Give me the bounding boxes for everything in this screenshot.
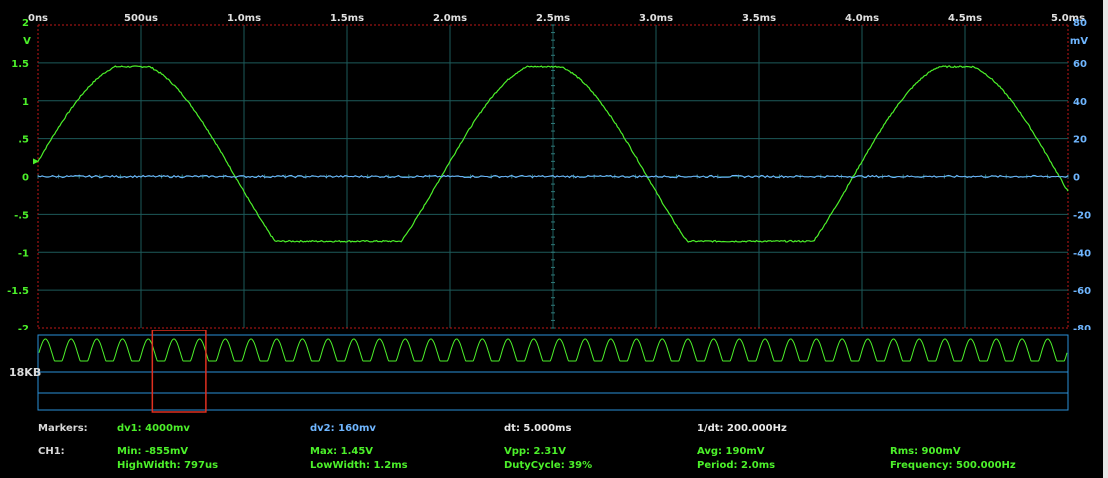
frequency-readout: Frequency: 500.000Hz xyxy=(890,460,1016,471)
overview-selection xyxy=(151,330,207,413)
left-tick-label: -.5 xyxy=(14,210,29,221)
duty-cycle-readout: DutyCycle: 39% xyxy=(504,460,593,471)
right-tick-label: 0 xyxy=(1073,173,1080,184)
left-axis-unit: V xyxy=(23,36,31,47)
right-tick-label: 80 xyxy=(1073,18,1087,29)
right-axis-unit: mV xyxy=(1070,36,1088,47)
x-tick-label: 4.0ms xyxy=(845,13,879,24)
dv2-readout: dv2: 160mv xyxy=(310,423,376,434)
buffer-size-label: 18KB xyxy=(9,366,42,379)
max-readout: Max: 1.45V xyxy=(310,446,374,457)
period-readout: Period: 2.0ms xyxy=(697,460,776,471)
right-tick-label: 40 xyxy=(1073,97,1087,108)
ch1-label: CH1: xyxy=(38,446,65,457)
x-tick-label: 500us xyxy=(124,13,158,24)
inv-dt-readout: 1/dt: 200.000Hz xyxy=(697,423,787,434)
x-tick-label: 3.0ms xyxy=(639,13,673,24)
x-tick-label: 0ns xyxy=(28,13,48,24)
x-tick-label: 1.5ms xyxy=(330,13,364,24)
oscilloscope-window: 0ns 500us 1.0ms 1.5ms 2.0ms 2.5ms 3.0ms 3.5ms 4.… xyxy=(0,0,1108,478)
overview-content xyxy=(37,330,1069,413)
left-tick-label: 1.5 xyxy=(11,59,29,70)
left-tick-label: -1.5 xyxy=(7,286,29,297)
low-width-readout: LowWidth: 1.2ms xyxy=(310,460,408,471)
x-tick-label: 2.5ms xyxy=(536,13,570,24)
left-tick-label: 0 xyxy=(22,173,29,184)
right-tick-labels: 806040200-20-40-60-80 xyxy=(1073,18,1091,330)
min-readout: Min: -855mV xyxy=(117,446,189,457)
dv1-readout: dv1: 4000mv xyxy=(117,423,190,434)
x-tick-label: 1.0ms xyxy=(227,13,261,24)
right-tick-label: 60 xyxy=(1073,59,1087,70)
x-tick-label: 4.5ms xyxy=(948,13,982,24)
x-tick-label: 2.0ms xyxy=(433,13,467,24)
waveform-chart[interactable]: 0ns 500us 1.0ms 1.5ms 2.0ms 2.5ms 3.0ms 3.5ms 4.… xyxy=(0,0,1103,330)
right-tick-label: -40 xyxy=(1073,248,1091,259)
right-tick-label: -20 xyxy=(1073,210,1091,221)
buffer-overview[interactable] xyxy=(0,330,1103,415)
left-tick-label: -1 xyxy=(18,248,29,259)
overview-trace xyxy=(38,338,1068,362)
markers-label: Markers: xyxy=(38,423,88,434)
rms-readout: Rms: 900mV xyxy=(890,446,961,457)
avg-readout: Avg: 190mV xyxy=(697,446,765,457)
x-tick-label: 3.5ms xyxy=(742,13,776,24)
high-width-readout: HighWidth: 797us xyxy=(117,460,219,471)
left-tick-label: 1 xyxy=(22,97,29,108)
x-tick-labels: 0ns 500us 1.0ms 1.5ms 2.0ms 2.5ms 3.0ms 3.5ms 4.… xyxy=(28,13,1085,24)
vpp-readout: Vpp: 2.31V xyxy=(504,446,566,457)
right-tick-label: -60 xyxy=(1073,286,1091,297)
right-tick-label: 20 xyxy=(1073,135,1087,146)
dt-readout: dt: 5.000ms xyxy=(504,423,572,434)
left-tick-label: .5 xyxy=(18,135,29,146)
left-tick-label: 2 xyxy=(22,18,29,29)
left-tick-labels: 21.51.50-.5-1-1.5-2 xyxy=(7,18,29,330)
